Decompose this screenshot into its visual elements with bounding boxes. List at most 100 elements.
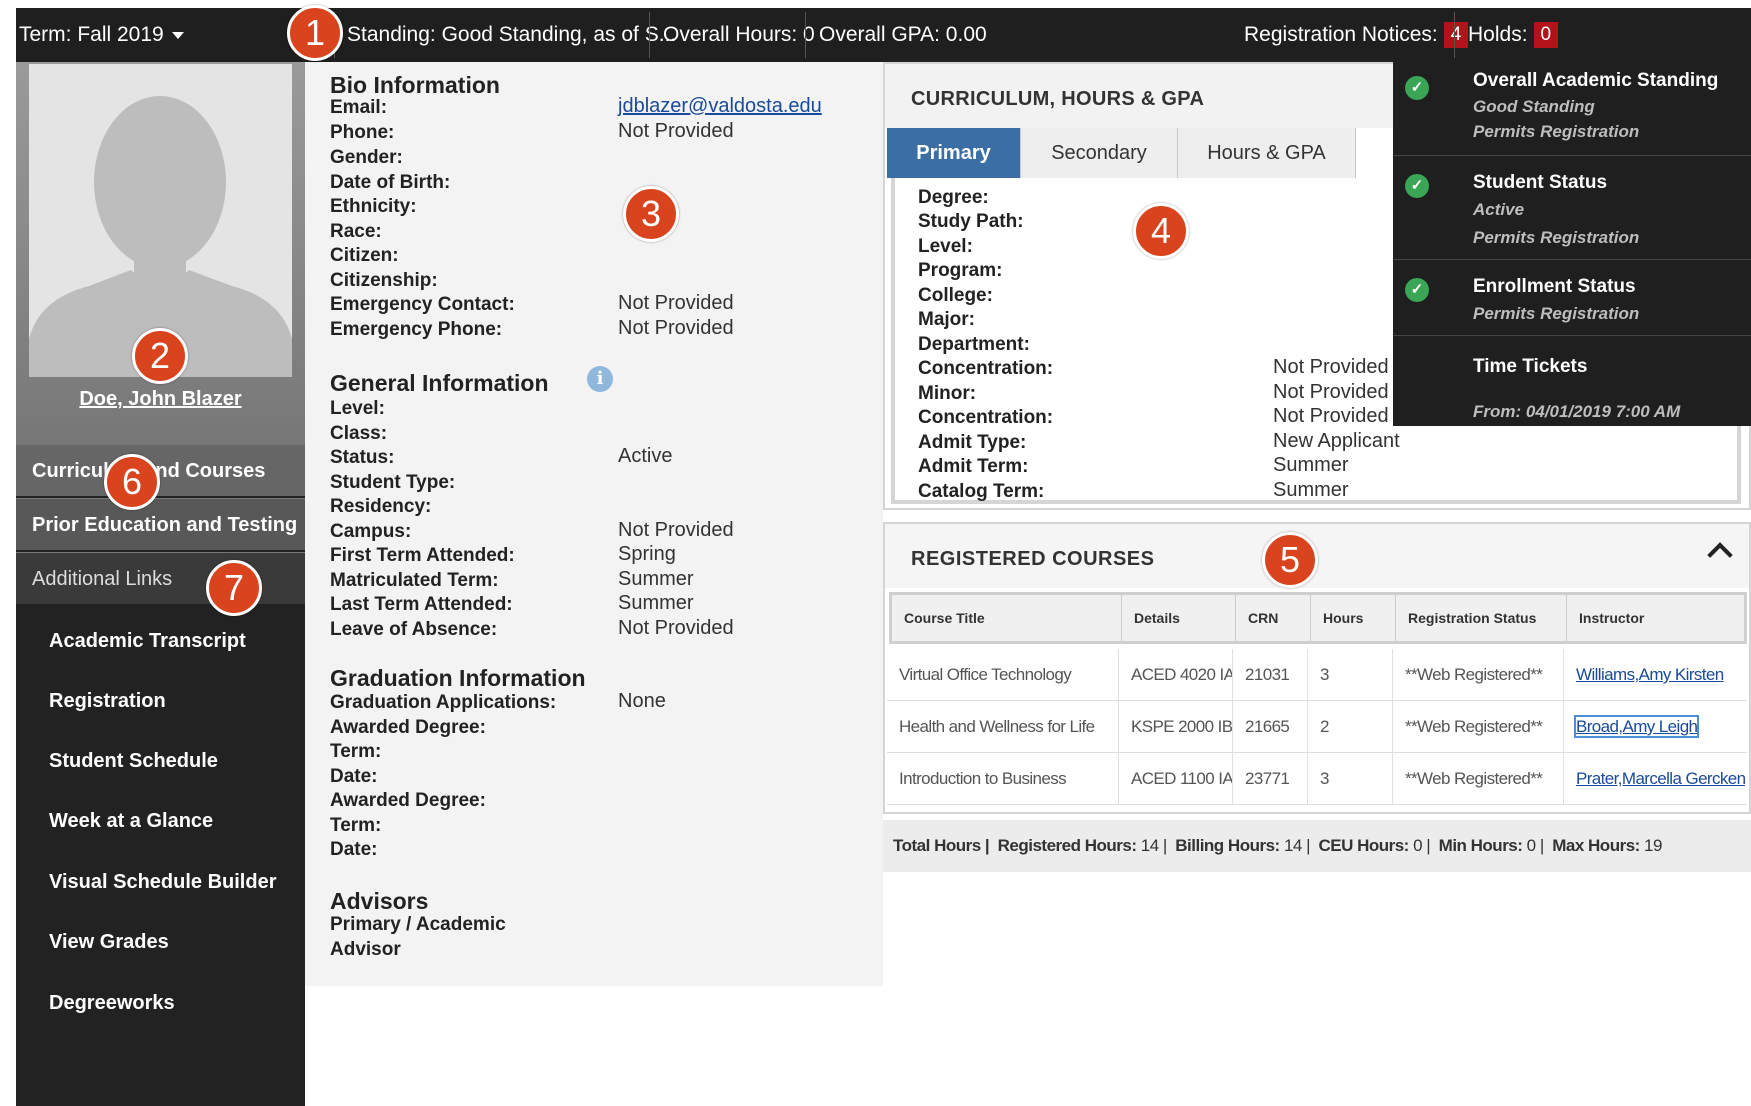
general-label: Class: (330, 423, 388, 444)
curriculum-label: Concentration: (918, 358, 1054, 379)
tab-hours-gpa[interactable]: Hours & GPA (1178, 128, 1356, 178)
curriculum-label: College: (918, 285, 993, 306)
nav-prior-education[interactable]: Prior Education and Testing (16, 498, 305, 550)
instructor-link[interactable]: Broad,Amy Leigh (1564, 701, 1745, 753)
notice-item: ✓ Overall Academic Standing Good Standin… (1393, 62, 1751, 156)
general-label: Residency: (330, 496, 432, 517)
general-label: Matriculated Term: (330, 570, 499, 591)
curriculum-value: New Applicant (1273, 430, 1400, 452)
general-label: Status: (330, 447, 395, 468)
notice-item: ✓ Student Status Active Permits Registra… (1393, 156, 1751, 260)
curriculum-label: Concentration: (918, 407, 1054, 428)
column-header[interactable]: Instructor (1567, 595, 1744, 641)
bio-label: Race: (330, 221, 382, 242)
bio-label: Emergency Phone: (330, 319, 503, 340)
curriculum-label: Study Path: (918, 211, 1024, 232)
link-registration[interactable]: Registration (49, 690, 166, 713)
max-hours-value: 19 (1644, 836, 1662, 855)
link-degreeworks[interactable]: Degreeworks (49, 992, 175, 1015)
notice-line: Permits Registration (1473, 122, 1640, 141)
curriculum-value: Not Provided (1273, 356, 1389, 378)
holds-badge: 0 (1533, 22, 1559, 49)
instructor-link-text[interactable]: Broad,Amy Leigh (1573, 715, 1700, 738)
curriculum-label: Admit Type: (918, 432, 1027, 453)
bio-label: Citizen: (330, 245, 399, 266)
crn-cell: 21665 (1233, 701, 1308, 753)
graduation-label: Date: (330, 766, 378, 787)
registration-notices-button[interactable]: Registration Notices: 4 (1244, 8, 1469, 62)
column-header[interactable]: Details (1122, 595, 1236, 641)
link-visual-schedule-builder[interactable]: Visual Schedule Builder (49, 871, 276, 894)
bio-label: Date of Birth: (330, 172, 451, 193)
callout-marker: 6 (104, 454, 160, 510)
min-hours-value: 0 (1526, 836, 1536, 855)
graduation-label: Term: (330, 815, 382, 836)
student-name-link[interactable]: Doe, John Blazer (16, 388, 305, 411)
curriculum-label: Degree: (918, 187, 989, 208)
curriculum-title: CURRICULUM, HOURS & GPA (911, 88, 1205, 110)
curriculum-label: Catalog Term: (918, 481, 1045, 502)
registered-hours-label: Registered Hours: (997, 836, 1137, 855)
email-link[interactable]: jdblazer@valdosta.edu (618, 95, 822, 118)
table-row: Health and Wellness for Life KSPE 2000 I… (887, 701, 1747, 753)
overall-hours: Overall Hours: 0 (663, 23, 815, 46)
bio-label: Citizenship: (330, 270, 438, 291)
column-header[interactable]: Course Title (892, 595, 1122, 641)
link-week-at-a-glance[interactable]: Week at a Glance (49, 810, 213, 833)
general-label: Leave of Absence: (330, 619, 498, 640)
max-hours-label: Max Hours: (1552, 836, 1640, 855)
crn-cell: 21031 (1233, 649, 1308, 701)
link-view-grades[interactable]: View Grades (49, 931, 169, 954)
nav-curriculum-courses[interactable]: Curriculum and Courses (16, 444, 305, 496)
chevron-up-icon[interactable] (1707, 542, 1733, 568)
check-icon: ✓ (1405, 278, 1429, 302)
link-student-schedule[interactable]: Student Schedule (49, 750, 218, 773)
tab-primary[interactable]: Primary (887, 128, 1021, 178)
callout-marker: 5 (1262, 532, 1318, 588)
general-label: Campus: (330, 521, 412, 542)
holds-button[interactable]: Holds: 0 (1468, 8, 1559, 62)
curriculum-label: Major: (918, 309, 975, 330)
callout-marker: 7 (206, 560, 262, 616)
curriculum-label: Department: (918, 334, 1030, 355)
registered-courses-title: REGISTERED COURSES (911, 548, 1155, 570)
crn-cell: 23771 (1233, 753, 1308, 805)
column-header[interactable]: Registration Status (1396, 595, 1567, 641)
standing-label[interactable]: Standing: Good Standing, as of S... (347, 8, 676, 62)
ceu-hours-label: CEU Hours: (1318, 836, 1409, 855)
link-academic-transcript[interactable]: Academic Transcript (49, 630, 246, 653)
student-profile-page: Term: Fall 2019 Standing: Good Standing,… (0, 0, 1751, 1106)
curriculum-value: Not Provided (1273, 381, 1389, 403)
advisor-label: Primary / Academic (330, 914, 506, 935)
instructor-link[interactable]: Williams,Amy Kirsten (1564, 649, 1745, 701)
general-value: Not Provided (618, 519, 734, 541)
notice-line: From: 04/01/2019 7:00 AM (1473, 402, 1681, 421)
general-value: Summer (618, 568, 694, 590)
term-selector[interactable]: Term: Fall 2019 (19, 8, 184, 62)
notice-line: Permits Registration (1473, 304, 1640, 323)
column-header[interactable]: Hours (1311, 595, 1396, 641)
billing-hours-value: 14 (1283, 836, 1302, 855)
curriculum-label: Level: (918, 236, 973, 257)
divider (1454, 12, 1455, 58)
instructor-link[interactable]: Prater,Marcella Gercken (1564, 753, 1745, 805)
graduation-value: None (618, 690, 666, 712)
graduation-label: Graduation Applications: (330, 692, 557, 713)
general-label: Last Term Attended: (330, 594, 513, 615)
course-title-cell: Introduction to Business (887, 753, 1119, 805)
bio-value: Not Provided (618, 120, 734, 142)
details-cell: ACED 1100 IA (1119, 753, 1233, 805)
column-header[interactable]: CRN (1236, 595, 1311, 641)
overall-gpa: Overall GPA: 0.00 (819, 23, 987, 46)
table-row: Introduction to Business ACED 1100 IA 23… (887, 753, 1747, 805)
general-heading: General Information (330, 370, 549, 396)
callout-marker: 4 (1133, 203, 1189, 259)
tab-secondary[interactable]: Secondary (1021, 128, 1178, 178)
registered-hours-value: 14 (1140, 836, 1159, 855)
min-hours-label: Min Hours: (1438, 836, 1523, 855)
curriculum-label: Admit Term: (918, 456, 1029, 477)
info-icon[interactable]: i (587, 366, 613, 392)
nav-additional-links[interactable]: Additional Links (16, 552, 305, 604)
bio-label: Email: (330, 97, 388, 118)
check-icon: ✓ (1405, 174, 1429, 198)
